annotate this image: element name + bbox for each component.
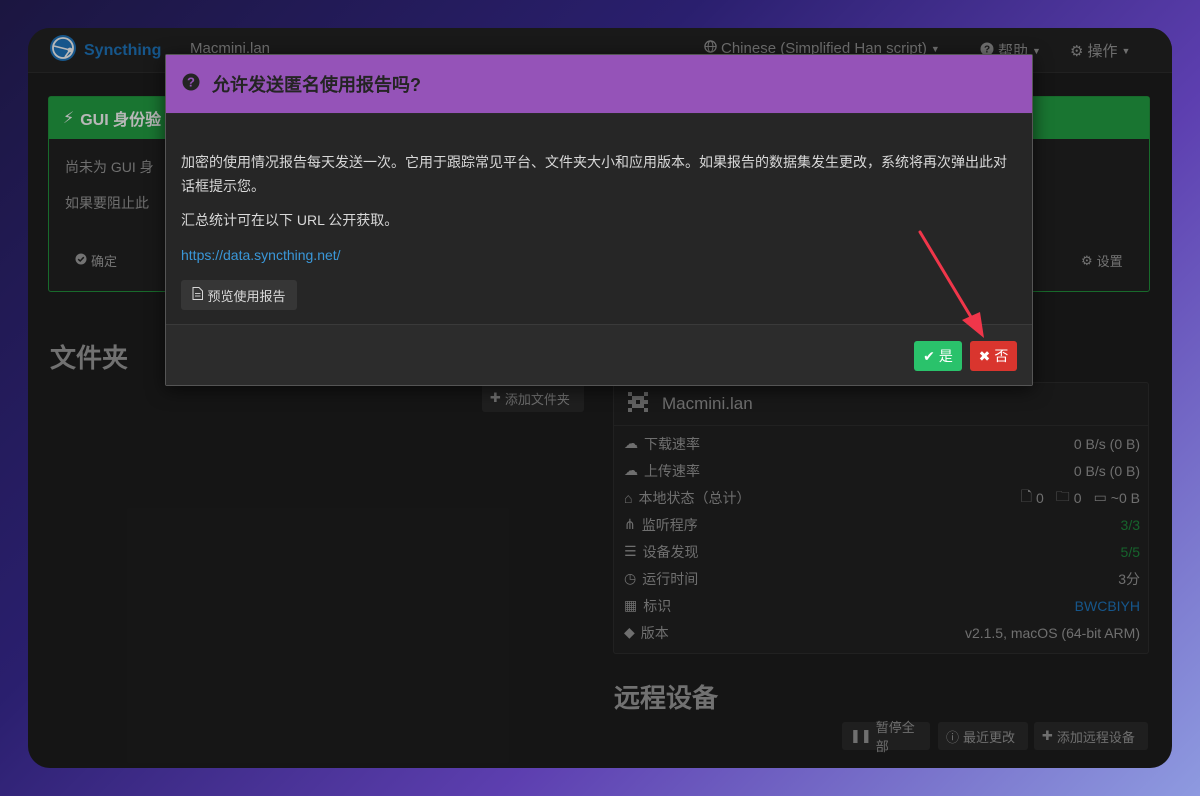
annotation-arrow — [918, 230, 984, 338]
